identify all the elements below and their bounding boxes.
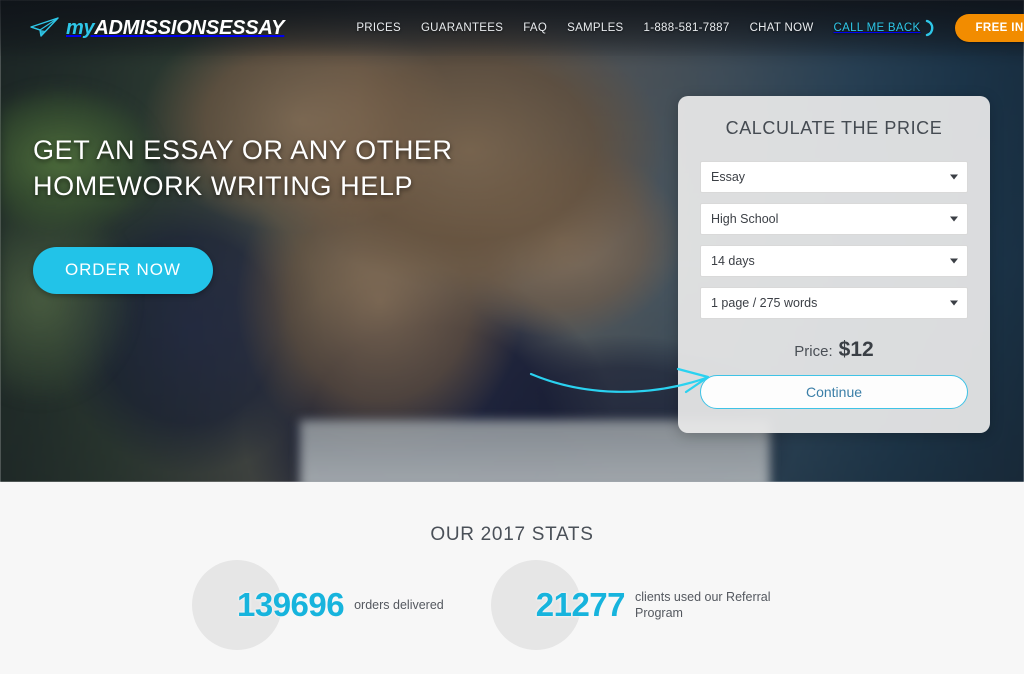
pages-select[interactable]: 1 page / 275 words [700, 287, 968, 319]
academic-level-select[interactable]: High School [700, 203, 968, 235]
stat-label: orders delivered [354, 597, 444, 612]
stat-number: 21277 [535, 586, 626, 623]
price-value: $12 [838, 338, 874, 361]
chevron-down-icon [950, 300, 958, 306]
order-now-button-hero[interactable]: ORDER NOW [33, 246, 213, 294]
continue-button[interactable]: Continue [700, 375, 968, 409]
nav-item-prices[interactable]: PRICES [346, 22, 411, 34]
hero-headline-line-2: HOMEWORK WRITING HELP [33, 170, 414, 201]
free-inquiry-button[interactable]: FREE INQUIRY [955, 14, 1024, 42]
hero-copy: GET AN ESSAY OR ANY OTHER HOMEWORK WRITI… [33, 133, 553, 294]
nav-item-phone[interactable]: 1-888-581-7887 [634, 22, 740, 34]
hero-headline: GET AN ESSAY OR ANY OTHER HOMEWORK WRITI… [33, 133, 553, 205]
phone-handset-icon [923, 19, 937, 37]
calculator-title: CALCULATE THE PRICE [725, 118, 943, 138]
nav-item-chat-now[interactable]: CHAT NOW [740, 22, 824, 34]
hero-headline-line-1: GET AN ESSAY OR ANY OTHER [33, 135, 453, 165]
deadline-select[interactable]: 14 days [700, 245, 968, 277]
chevron-down-icon [950, 216, 958, 222]
price-display: Price: $12 [700, 338, 968, 362]
logo-text-rest: ADMISSIONSESSAY [94, 17, 285, 39]
stats-section: OUR 2017 STATS 139696 orders delivered 2… [0, 482, 1024, 674]
nav-item-faq[interactable]: FAQ [513, 22, 557, 34]
stats-title: OUR 2017 STATS [430, 524, 594, 545]
paper-type-select[interactable]: Essay [700, 161, 968, 193]
stats-row: 139696 orders delivered 21277 clients us… [0, 560, 1024, 650]
main-nav: PRICES GUARANTEES FAQ SAMPLES 1-888-581-… [346, 14, 1024, 42]
deadline-value: 14 days [711, 254, 755, 268]
nav-item-samples[interactable]: SAMPLES [557, 22, 633, 34]
stat-label: clients used our Referral Program [635, 589, 771, 620]
site-logo[interactable]: myADMISSIONSESSAY [30, 16, 285, 40]
stat-number: 139696 [236, 586, 345, 623]
academic-level-value: High School [711, 212, 779, 226]
price-calculator-panel: CALCULATE THE PRICE Essay High School 14… [678, 96, 990, 433]
call-me-back-link[interactable]: CALL ME BACK [824, 19, 942, 37]
call-me-back-label: CALL ME BACK [833, 22, 921, 34]
landing-page: myADMISSIONSESSAY PRICES GUARANTEES FAQ … [0, 0, 1024, 674]
price-label: Price: [794, 343, 833, 360]
top-navigation-bar: myADMISSIONSESSAY PRICES GUARANTEES FAQ … [0, 0, 1024, 56]
chevron-down-icon [950, 174, 958, 180]
stat-referral-clients: 21277 clients used our Referral Program [490, 560, 795, 650]
stat-orders-delivered: 139696 orders delivered [191, 560, 444, 650]
paper-plane-icon [30, 16, 60, 40]
nav-item-guarantees[interactable]: GUARANTEES [411, 22, 513, 34]
logo-text-my: my [66, 17, 95, 39]
chevron-down-icon [950, 258, 958, 264]
paper-type-value: Essay [711, 170, 746, 184]
pages-value: 1 page / 275 words [711, 296, 818, 310]
